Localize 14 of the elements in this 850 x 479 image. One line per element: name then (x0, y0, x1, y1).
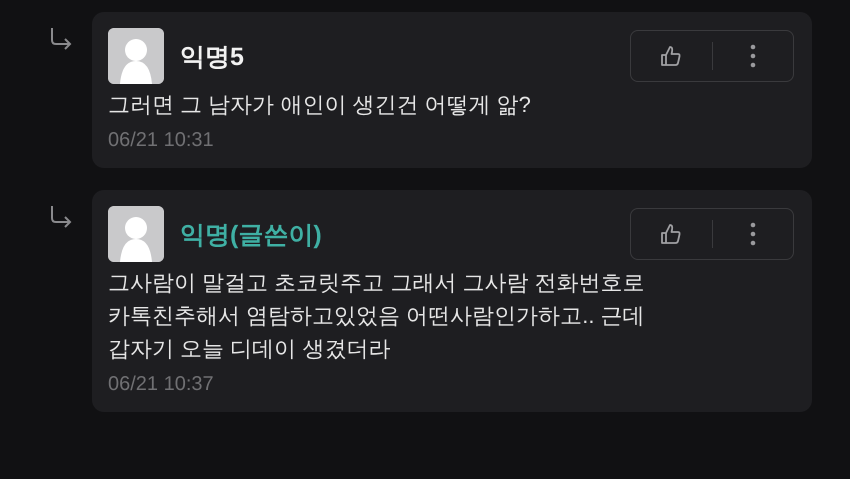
comment-time: 06/21 10:37 (108, 373, 215, 396)
comment-text: 그러면 그 남자가 애인이 생긴건 어떻게 앎? (108, 91, 532, 119)
thumbs-up-icon (659, 222, 684, 246)
thumbs-up-icon (659, 44, 684, 68)
comment-text: 그사람이 말걸고 초코릿주고 그래서 그사람 전화번호로 카톡친추해서 염탐하고있었음 어떤사람인가하고.. 근데 갑자기 오늘 디데이 생겼더라 (108, 269, 646, 363)
more-icon (748, 43, 757, 69)
comment-time: 06/21 10:31 (108, 129, 215, 152)
reply-arrow-icon (48, 204, 74, 230)
avatar-icon (108, 28, 164, 84)
reply-arrow-icon (48, 26, 74, 52)
author-name: 익명5 (180, 42, 245, 72)
avatar-icon (108, 206, 164, 262)
more-icon (748, 221, 757, 247)
author-name: 익명(글쓴이) (180, 220, 323, 250)
